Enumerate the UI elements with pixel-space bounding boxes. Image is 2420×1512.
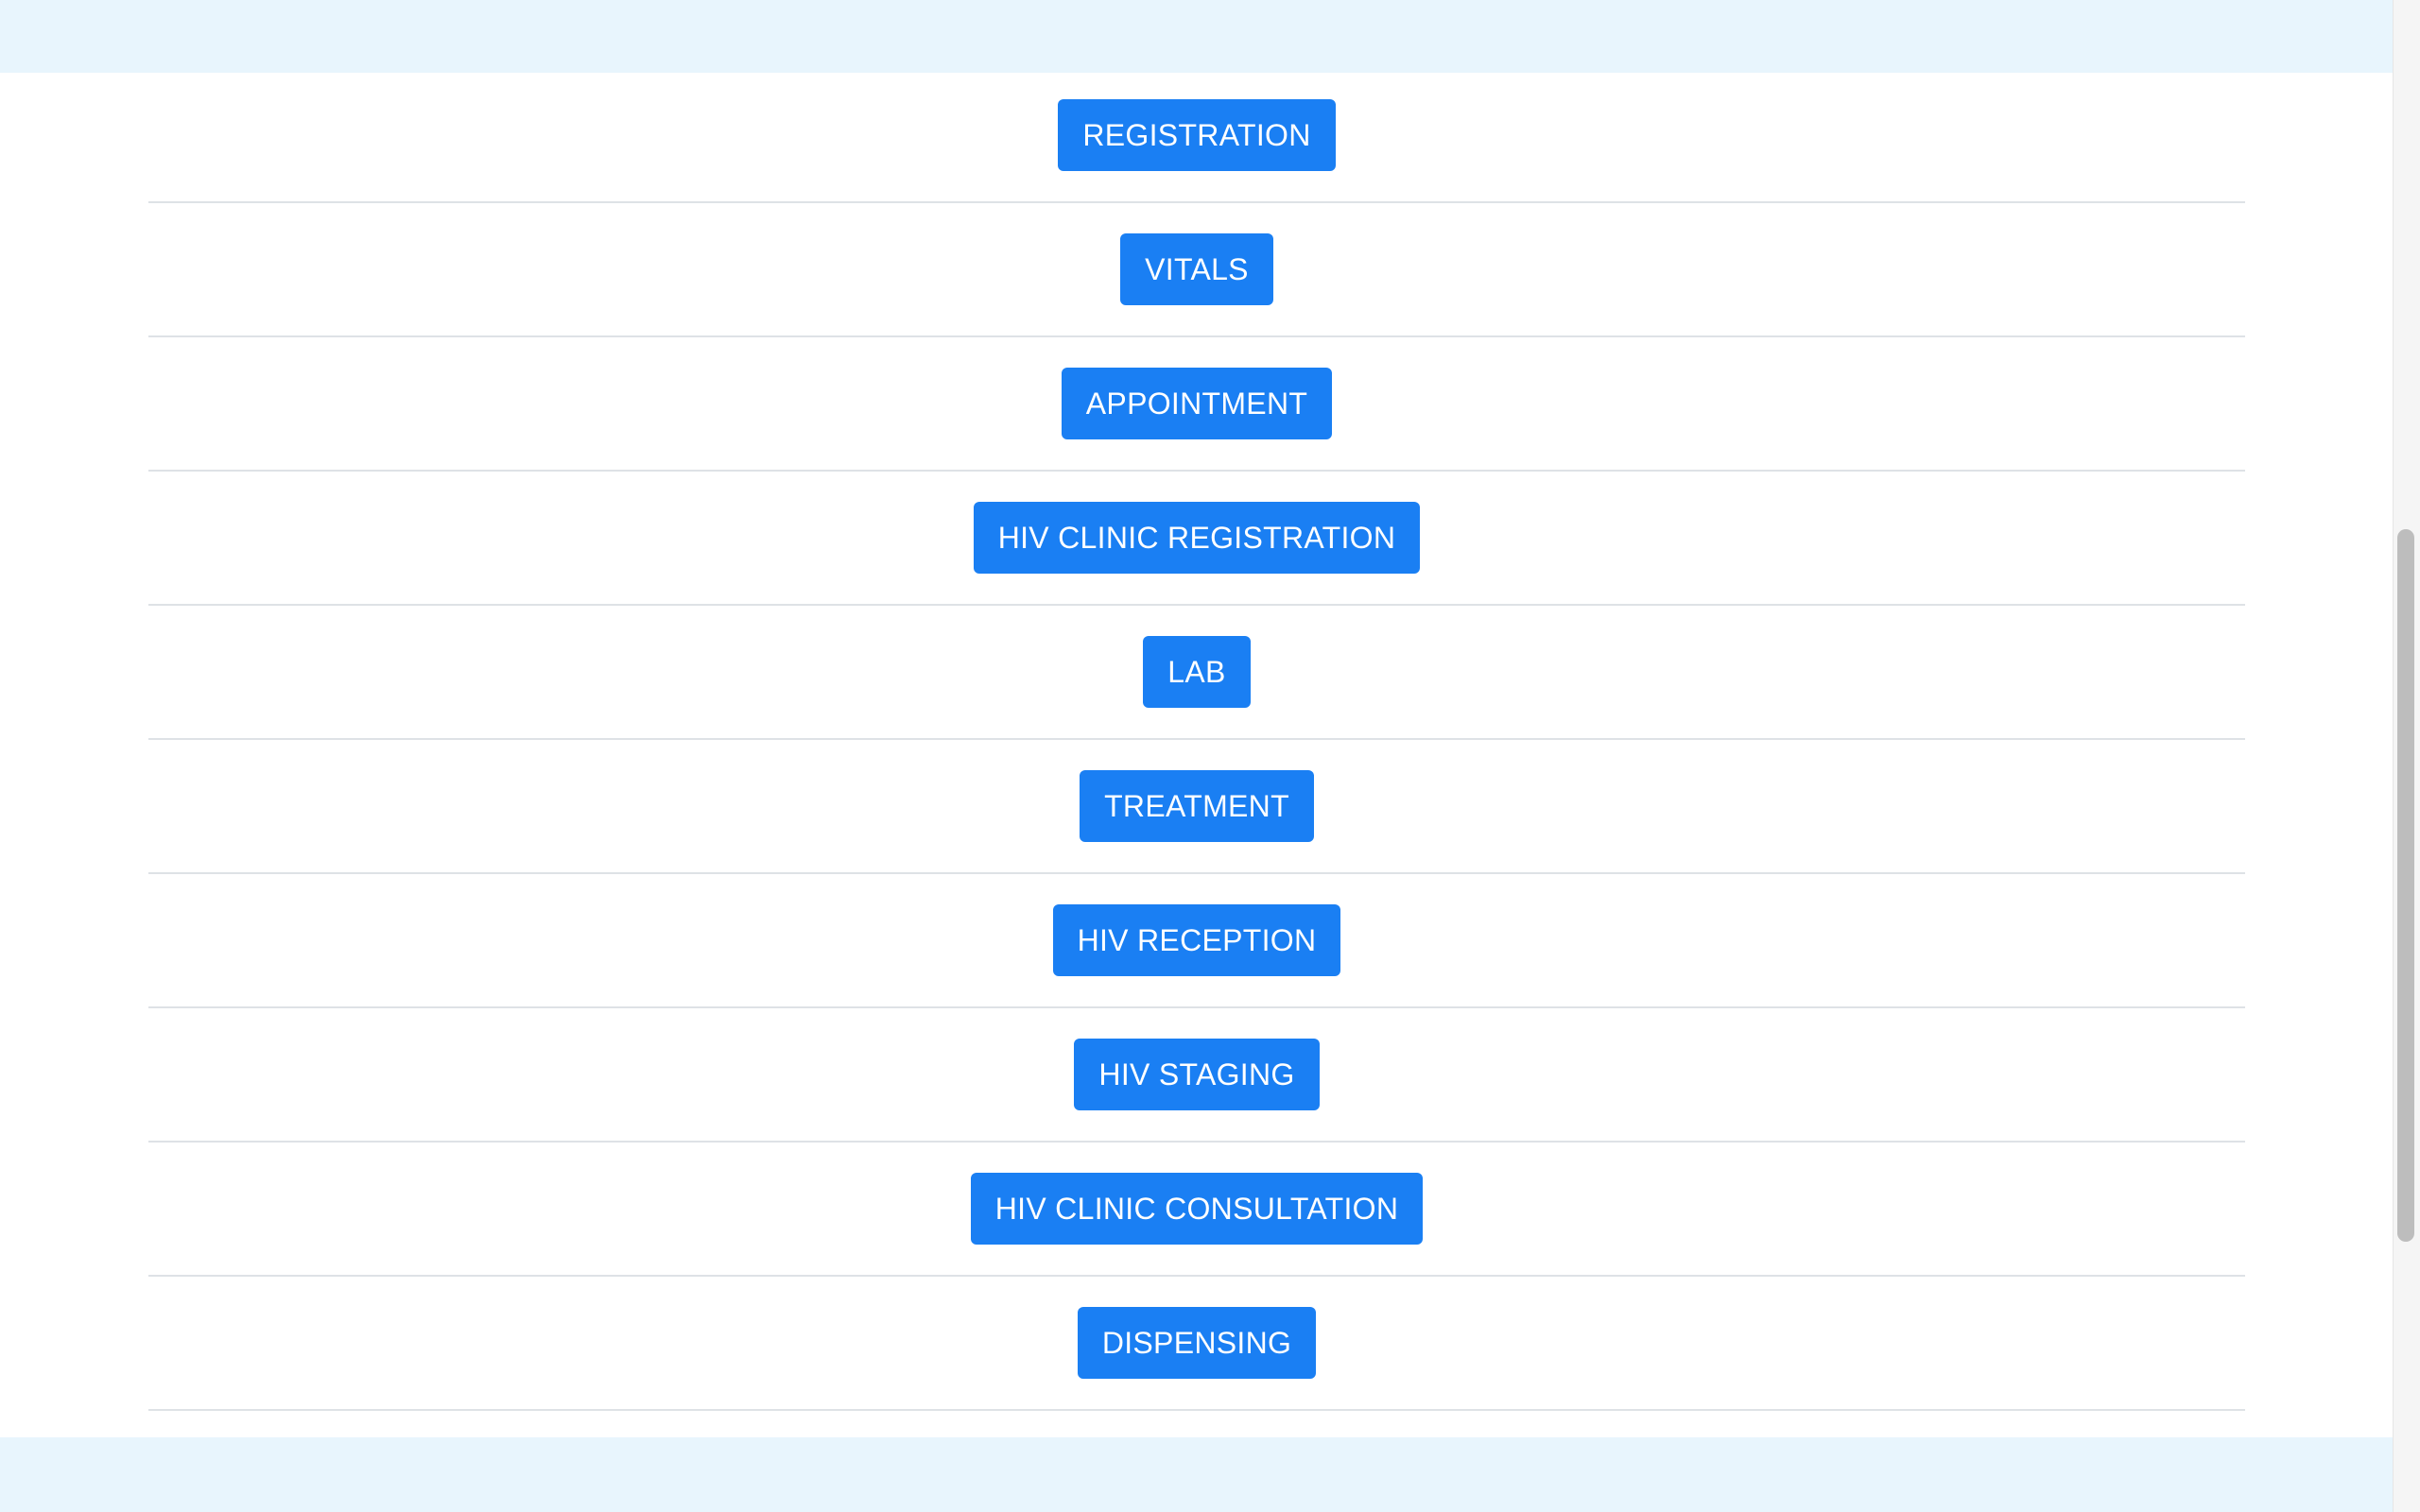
hiv-reception-button[interactable]: HIV RECEPTION [1052,904,1341,976]
task-row: HIV CLINIC CONSULTATION [148,1143,2245,1277]
task-row: DISPENSING [148,1277,2245,1411]
task-row: HIV RECEPTION [148,874,2245,1008]
task-row: HIV STAGING [148,1008,2245,1143]
lab-button[interactable]: LAB [1143,636,1251,708]
hiv-clinic-registration-button[interactable]: HIV CLINIC REGISTRATION [973,502,1421,574]
hiv-clinic-consultation-button[interactable]: HIV CLINIC CONSULTATION [970,1173,1424,1245]
registration-button[interactable]: REGISTRATION [1058,99,1336,171]
task-row: REGISTRATION [148,73,2245,203]
treatment-button[interactable]: TREATMENT [1080,770,1314,842]
page-viewport: REGISTRATION VITALS APPOINTMENT HIV CLIN… [0,0,2393,1512]
bottom-band [0,1437,2393,1512]
dispensing-button[interactable]: DISPENSING [1077,1307,1317,1379]
vertical-scrollbar-thumb[interactable] [2397,529,2414,1242]
vitals-button[interactable]: VITALS [1120,233,1273,305]
task-row: APPOINTMENT [148,337,2245,472]
task-row: HIV CLINIC REGISTRATION [148,472,2245,606]
hiv-staging-button[interactable]: HIV STAGING [1074,1039,1320,1110]
task-row: LAB [148,606,2245,740]
top-band [0,0,2393,73]
appointment-button[interactable]: APPOINTMENT [1061,368,1333,439]
task-row: TREATMENT [148,740,2245,874]
task-list: REGISTRATION VITALS APPOINTMENT HIV CLIN… [148,73,2245,1411]
task-row: VITALS [148,203,2245,337]
